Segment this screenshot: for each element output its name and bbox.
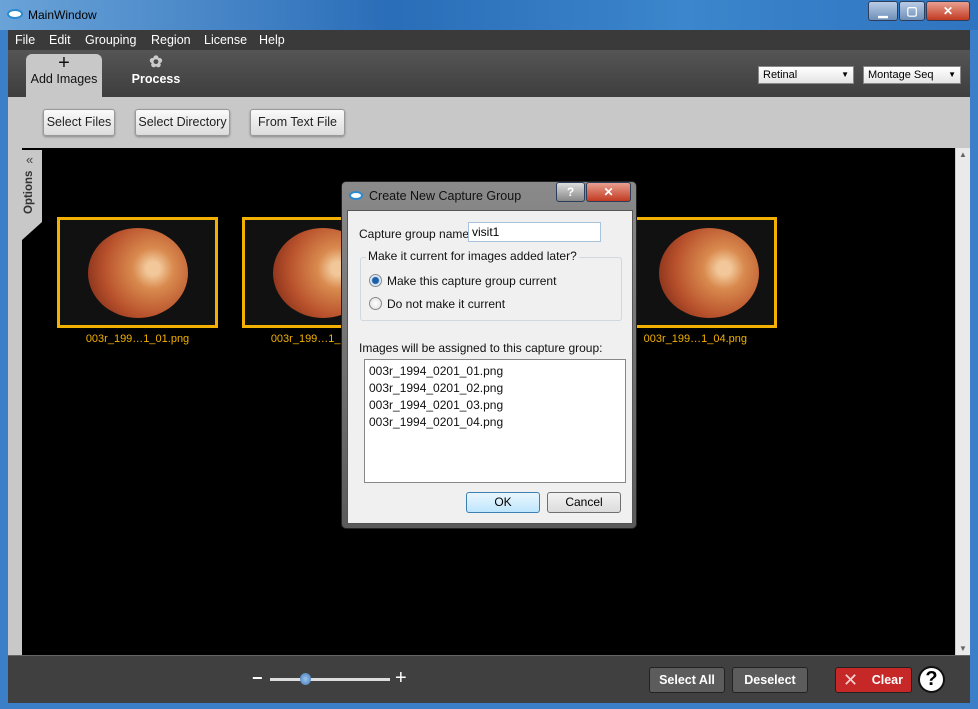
thumbnail-label: 003r_199…1_04.png (643, 333, 747, 345)
zoom-in-button[interactable]: + (395, 667, 407, 690)
clear-label: Clear (871, 673, 903, 687)
menu-edit[interactable]: Edit (49, 33, 71, 47)
dialog-title: Create New Capture Group (369, 189, 522, 203)
tab-label: Add Images (30, 72, 98, 86)
cancel-button[interactable]: Cancel (547, 492, 621, 513)
list-label: Images will be assigned to this capture … (359, 341, 603, 355)
mode-select[interactable]: Montage Seq ▼ (863, 66, 961, 84)
capture-group-name-input[interactable] (468, 222, 601, 242)
thumbnail-label: 003r_199…1_01.png (85, 333, 190, 345)
radio-not-current[interactable] (369, 297, 382, 310)
images-list[interactable]: 003r_1994_0201_01.png 003r_1994_0201_02.… (364, 359, 626, 483)
thumbnail[interactable] (57, 217, 218, 328)
dropdown-arrow-icon: ▼ (841, 70, 849, 79)
scroll-down-icon[interactable]: ▼ (959, 644, 967, 653)
list-item[interactable]: 003r_1994_0201_04.png (365, 415, 625, 432)
modality-value: Retinal (763, 69, 798, 81)
bottom-bar (8, 655, 970, 703)
app-eye-icon (349, 191, 363, 200)
scroll-up-icon[interactable]: ▲ (959, 150, 967, 159)
menu-help[interactable]: Help (259, 33, 285, 47)
dialog-body: Capture group name: Make it current for … (347, 210, 633, 524)
list-item[interactable]: 003r_1994_0201_03.png (365, 398, 625, 415)
create-capture-group-dialog: Create New Capture Group ? ✕ Capture gro… (341, 181, 637, 529)
dialog-help-button[interactable]: ? (556, 182, 585, 202)
collapse-icon[interactable]: « (26, 152, 33, 167)
window-title: MainWindow (28, 8, 97, 22)
tab-add-images[interactable]: + Add Images (26, 52, 102, 97)
groupbox-title: Make it current for images added later? (366, 249, 579, 263)
zoom-out-button[interactable]: − (252, 668, 263, 689)
from-text-file-button[interactable]: From Text File (250, 109, 345, 136)
vertical-scrollbar[interactable]: ▲ ▼ (955, 148, 970, 655)
fundus-image (88, 228, 188, 318)
close-button[interactable]: ✕ (926, 1, 970, 21)
mode-value: Montage Seq (868, 69, 934, 81)
fundus-image (659, 228, 759, 318)
gear-icon: ✿ (149, 54, 163, 71)
maximize-button[interactable]: ▢ (899, 1, 925, 21)
options-strip (8, 148, 22, 655)
current-groupbox (360, 257, 622, 321)
clear-button[interactable]: ✕ Clear (835, 667, 912, 693)
help-button[interactable]: ? (918, 666, 945, 693)
zoom-slider[interactable] (270, 678, 390, 681)
x-icon: ✕ (843, 670, 859, 690)
zoom-slider-handle[interactable] (300, 673, 311, 685)
list-item[interactable]: 003r_1994_0201_01.png (365, 364, 625, 381)
modality-select[interactable]: Retinal ▼ (758, 66, 854, 84)
menu-bar: File Edit Grouping Region License Help (8, 30, 970, 50)
plus-icon: + (58, 52, 70, 74)
radio-make-current-label[interactable]: Make this capture group current (387, 274, 556, 288)
menu-file[interactable]: File (15, 33, 35, 47)
radio-not-current-label[interactable]: Do not make it current (387, 297, 505, 311)
menu-region[interactable]: Region (151, 33, 191, 47)
title-bar (0, 0, 978, 30)
dialog-close-button[interactable]: ✕ (586, 182, 631, 202)
select-files-button[interactable]: Select Files (43, 109, 115, 136)
select-directory-button[interactable]: Select Directory (135, 109, 230, 136)
options-label: Options (23, 170, 35, 214)
menu-license[interactable]: License (204, 33, 247, 47)
dropdown-arrow-icon: ▼ (948, 70, 956, 79)
ok-button[interactable]: OK (466, 492, 540, 513)
tab-process[interactable]: ✿ Process (118, 54, 194, 97)
name-label: Capture group name: (359, 227, 473, 241)
tab-label: Process (131, 72, 181, 86)
thumbnail[interactable] (616, 217, 777, 328)
menu-grouping[interactable]: Grouping (85, 33, 136, 47)
radio-make-current[interactable] (369, 274, 382, 287)
select-all-button[interactable]: Select All (649, 667, 725, 693)
deselect-button[interactable]: Deselect (732, 667, 808, 693)
app-eye-icon (7, 9, 23, 19)
list-item[interactable]: 003r_1994_0201_02.png (365, 381, 625, 398)
minimize-button[interactable]: ▁ (868, 1, 898, 21)
